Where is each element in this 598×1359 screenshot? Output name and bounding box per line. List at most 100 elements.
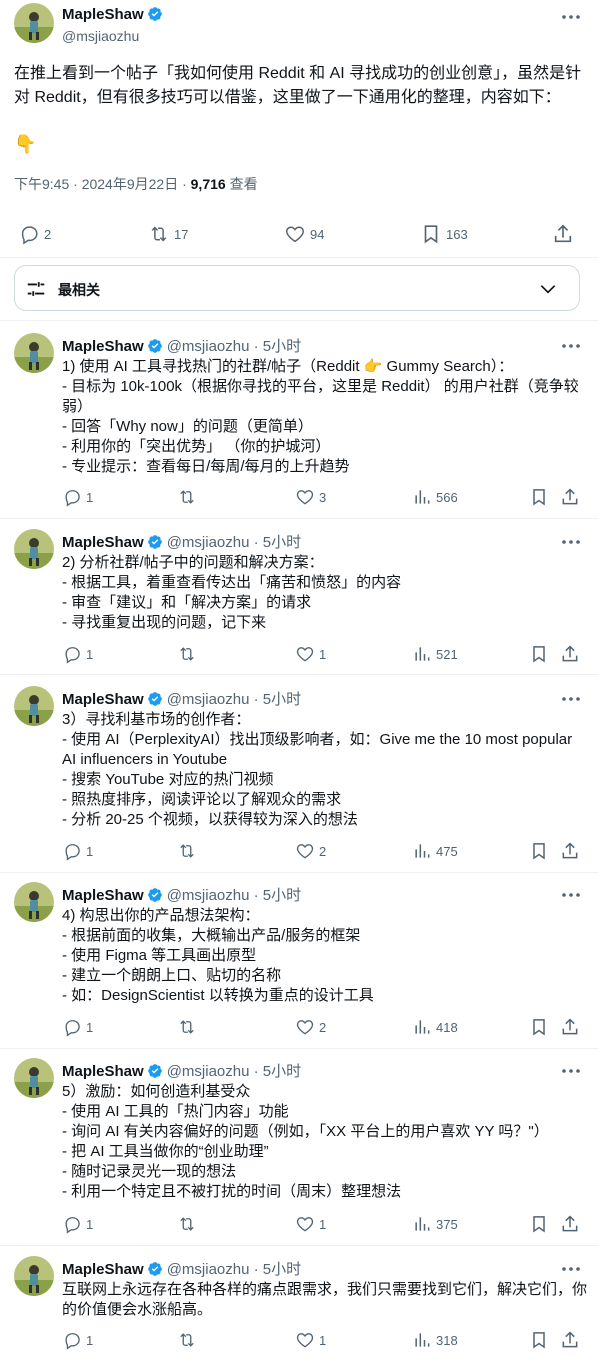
reply-count: 1 [86, 1019, 94, 1035]
avatar[interactable] [14, 882, 54, 922]
share-button[interactable] [560, 485, 580, 509]
reply-button[interactable]: 1 [62, 1328, 93, 1352]
bookmark-button[interactable] [529, 1212, 549, 1236]
reply-header: MapleShaw @msjiaozhu · 5小时 [62, 1060, 301, 1081]
share-button[interactable] [560, 1015, 580, 1039]
views-icon [412, 1017, 432, 1037]
reply-button[interactable]: 2 [18, 222, 51, 246]
like-button[interactable]: 1 [295, 1328, 326, 1352]
views-count: 418 [436, 1019, 458, 1035]
author-handle[interactable]: @msjiaozhu [62, 28, 139, 44]
reply-button[interactable]: 1 [62, 1015, 93, 1039]
share-icon [560, 487, 580, 507]
share-button[interactable] [560, 642, 580, 666]
reply-icon [62, 1330, 82, 1350]
reply-text-line: - 如：DesignScientist 以转换为重点的设计工具 [62, 987, 374, 1004]
avatar[interactable] [14, 1256, 54, 1296]
reply-button[interactable]: 1 [62, 642, 93, 666]
share-button[interactable] [560, 839, 580, 863]
reply-text: 3）寻找利基市场的创作者： - 使用 AI（PerplexityAI）找出顶级影响… [62, 710, 588, 830]
views-button[interactable]: 521 [412, 642, 458, 666]
author-name[interactable]: MapleShaw [62, 534, 144, 551]
bookmark-button[interactable]: 163 [420, 222, 468, 246]
retweet-button[interactable] [177, 1212, 201, 1236]
retweet-button[interactable] [177, 1015, 201, 1039]
author-handle-time[interactable]: @msjiaozhu · 5小时 [167, 534, 301, 551]
bookmark-button[interactable] [529, 1015, 549, 1039]
like-button[interactable]: 2 [295, 1015, 326, 1039]
avatar[interactable] [14, 333, 54, 373]
author-name[interactable]: MapleShaw [62, 338, 144, 355]
more-icon[interactable] [560, 1062, 582, 1080]
author-handle-time[interactable]: @msjiaozhu · 5小时 [167, 1063, 301, 1080]
bookmark-icon [529, 1017, 549, 1037]
reply-text-line: - 照热度排序，阅读评论以了解观众的需求 [62, 791, 342, 808]
avatar[interactable] [14, 3, 54, 43]
bookmark-icon [420, 223, 442, 245]
avatar[interactable] [14, 529, 54, 569]
bookmark-button[interactable] [529, 642, 549, 666]
like-count: 2 [319, 1019, 327, 1035]
like-button[interactable]: 3 [295, 485, 326, 509]
more-icon[interactable] [560, 8, 582, 26]
avatar[interactable] [14, 1058, 54, 1098]
reply-text-line: - 分析 20-25 个视频，以获得较为深入的想法 [62, 811, 358, 828]
reply-button[interactable]: 1 [62, 1212, 93, 1236]
views-button[interactable]: 418 [412, 1015, 458, 1039]
views-button[interactable]: 475 [412, 839, 458, 863]
author-name[interactable]: MapleShaw [62, 6, 163, 23]
reply-header: MapleShaw @msjiaozhu · 5小时 [62, 688, 301, 709]
reply-text-line: - 审查「建议」和「解决方案」的请求 [62, 594, 312, 611]
more-icon[interactable] [560, 337, 582, 355]
retweet-button[interactable] [177, 1328, 201, 1352]
author-handle-time[interactable]: @msjiaozhu · 5小时 [167, 1261, 301, 1278]
retweet-button[interactable] [177, 839, 201, 863]
reply-action-bar: 1 1 375 [0, 1212, 598, 1234]
author-handle-time[interactable]: @msjiaozhu · 5小时 [167, 887, 301, 904]
bookmark-button[interactable] [529, 485, 549, 509]
heart-icon [295, 1214, 315, 1234]
like-button[interactable]: 1 [295, 642, 326, 666]
avatar[interactable] [14, 686, 54, 726]
like-button[interactable]: 94 [284, 222, 324, 246]
share-button[interactable] [560, 1212, 580, 1236]
share-button[interactable] [560, 1328, 580, 1352]
like-count: 1 [319, 646, 327, 662]
author-name[interactable]: MapleShaw [62, 691, 144, 708]
more-icon[interactable] [560, 690, 582, 708]
views-icon [412, 1214, 432, 1234]
reply-text-line: - 使用 AI 工具的「热门内容」功能 [62, 1103, 289, 1120]
author-name[interactable]: MapleShaw [62, 887, 144, 904]
views-button[interactable]: 375 [412, 1212, 458, 1236]
reply-text: 5）激励：如何创造利基受众 - 使用 AI 工具的「热门内容」功能 - 询问 AI … [62, 1082, 588, 1202]
author-handle-time[interactable]: @msjiaozhu · 5小时 [167, 691, 301, 708]
retweet-icon [177, 841, 197, 861]
retweet-button[interactable] [177, 485, 201, 509]
author-name[interactable]: MapleShaw [62, 1261, 144, 1278]
share-button[interactable] [552, 222, 574, 246]
more-icon[interactable] [560, 533, 582, 551]
retweet-button[interactable] [177, 642, 201, 666]
more-icon[interactable] [560, 886, 582, 904]
reply-button[interactable]: 1 [62, 485, 93, 509]
views-button[interactable]: 566 [412, 485, 458, 509]
sort-replies-dropdown[interactable]: 最相关 [14, 265, 580, 311]
reply-button[interactable]: 1 [62, 839, 93, 863]
bookmark-count: 163 [446, 226, 468, 242]
verified-badge-icon [147, 1063, 163, 1079]
tweet-timestamp[interactable]: 下午9:45 · 2024年9月22日 · [14, 176, 191, 192]
bookmark-icon [529, 487, 549, 507]
author-name-text[interactable]: MapleShaw [62, 6, 144, 23]
like-button[interactable]: 2 [295, 839, 326, 863]
bookmark-button[interactable] [529, 1328, 549, 1352]
retweet-icon [177, 1214, 197, 1234]
like-button[interactable]: 1 [295, 1212, 326, 1236]
reply-icon [62, 1214, 82, 1234]
bookmark-button[interactable] [529, 839, 549, 863]
reply-count: 1 [86, 1332, 94, 1348]
author-name[interactable]: MapleShaw [62, 1063, 144, 1080]
more-icon[interactable] [560, 1260, 582, 1278]
retweet-button[interactable]: 17 [148, 222, 188, 246]
views-button[interactable]: 318 [412, 1328, 458, 1352]
author-handle-time[interactable]: @msjiaozhu · 5小时 [167, 338, 301, 355]
